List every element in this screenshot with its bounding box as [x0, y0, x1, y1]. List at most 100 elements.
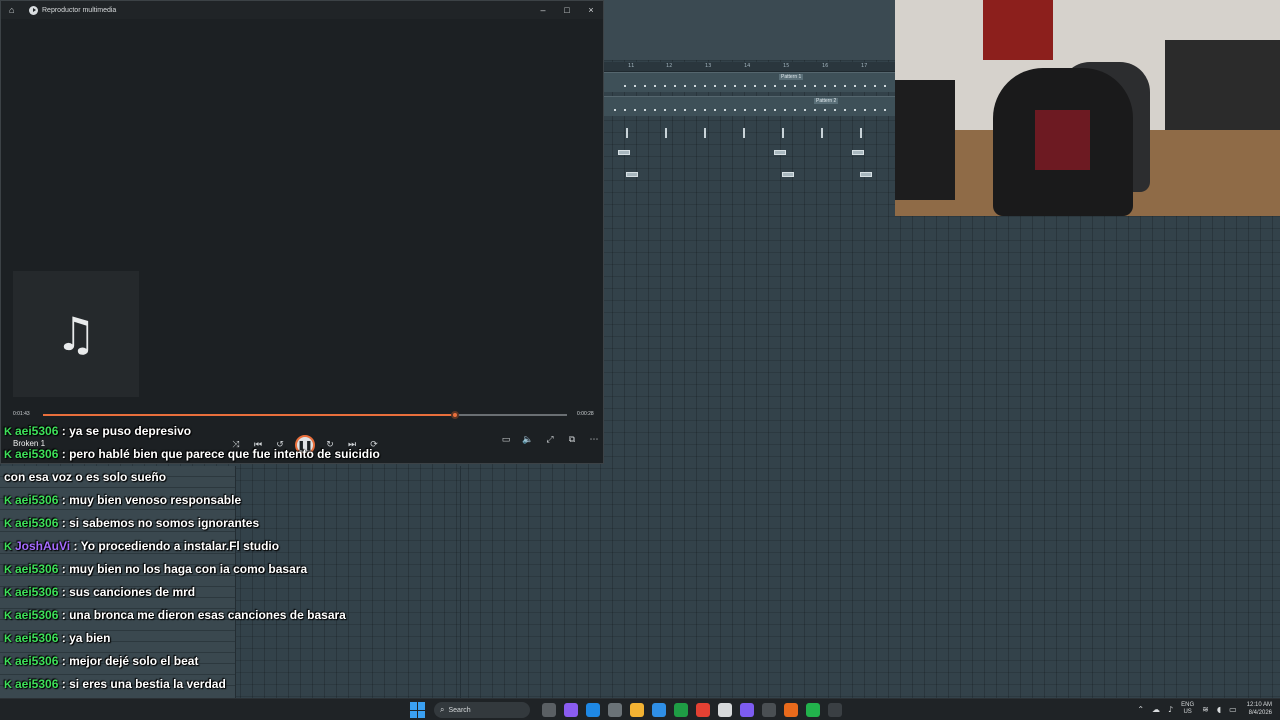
chat-message: Kaei5306 : una bronca me dieron esas can… [4, 608, 346, 622]
chat-message: K JoshAuVi : Yo procediendo a instalar.Fl… [4, 539, 279, 553]
edge-icon[interactable] [586, 703, 600, 717]
audio-clip[interactable] [852, 150, 864, 155]
chat-message: Kaei5306 : muy bien venoso responsable [4, 493, 241, 507]
elapsed-time: 0:01:43 [13, 411, 30, 417]
ruler-number: 14 [744, 63, 751, 69]
player-titlebar[interactable]: ⌂ Reproductor multimedia – □ × [1, 1, 603, 19]
chat-badge-icon: K [4, 633, 12, 645]
chat-badge-icon: K [4, 518, 12, 530]
captions-icon[interactable]: ▭ [495, 435, 517, 445]
chat-username: aei5306 [15, 677, 59, 691]
chat-text: : una bronca me dieron esas canciones de… [61, 608, 346, 622]
clock-date: 8/4/2026 [1248, 710, 1272, 716]
fl-studio-icon[interactable] [784, 703, 798, 717]
audio-clip[interactable] [626, 172, 638, 177]
chat-message: con esa voz o es solo sueño [4, 470, 166, 484]
battery-icon[interactable]: ▭ [1229, 705, 1237, 714]
chat-text: : sus canciones de mrd [61, 585, 196, 599]
pattern-notes [614, 109, 894, 111]
chat-username: aei5306 [15, 631, 59, 645]
audio-clip[interactable] [618, 150, 630, 155]
audio-clip[interactable] [860, 172, 872, 177]
home-icon[interactable]: ⌂ [9, 5, 19, 15]
playlist-marker [782, 128, 784, 138]
window-title: Reproductor multimedia [42, 6, 117, 14]
pattern-track-2[interactable]: Pattern 2 [604, 96, 896, 116]
audio-clip[interactable] [774, 150, 786, 155]
media-player-app-icon [29, 5, 38, 15]
playlist-marker [743, 128, 745, 138]
playlist-marker [704, 128, 706, 138]
chat-text: : ya bien [61, 631, 111, 645]
ruler-number: 11 [628, 63, 635, 69]
ruler-number: 15 [783, 63, 790, 69]
chrome-icon[interactable] [696, 703, 710, 717]
app-icon[interactable] [762, 703, 776, 717]
media-player-window[interactable]: ⌂ Reproductor multimedia – □ × ♫ 0:01:43… [0, 0, 604, 464]
chat-username: aei5306 [15, 608, 59, 622]
audio-clip[interactable] [782, 172, 794, 177]
search-placeholder: Search [448, 706, 471, 714]
music-note-icon: ♫ [55, 307, 97, 361]
pattern-2-label[interactable]: Pattern 2 [814, 98, 839, 104]
copilot-icon[interactable] [564, 703, 578, 717]
clock[interactable]: 12:10 AM 8/4/2026 [1247, 701, 1272, 717]
chevron-up-icon[interactable]: ⌃ [1137, 705, 1144, 714]
chat-text: : si eres una bestia la verdad [61, 677, 226, 691]
chat-username: aei5306 [15, 654, 59, 668]
search-icon: ⌕ [440, 705, 445, 714]
chat-message: Kaei5306 : si sabemos no somos ignorante… [4, 516, 259, 530]
wall-poster [983, 0, 1053, 60]
region-code: US [1183, 709, 1192, 715]
volume-icon[interactable]: 🔈 [517, 435, 539, 445]
taskbar-search[interactable]: ⌕ Search [434, 702, 530, 718]
playlist-marker [665, 128, 667, 138]
streamer-shirt [1035, 110, 1090, 170]
maximize-button[interactable]: □ [555, 1, 579, 19]
mic-icon[interactable]: ♪ [1168, 705, 1173, 714]
chat-message: Kaei5306 : ya se puso depresivo [4, 424, 191, 438]
task-view-icon[interactable] [542, 703, 556, 717]
volume-icon[interactable]: ◖ [1217, 705, 1221, 714]
playlist-marker [860, 128, 862, 138]
playlist-divider [460, 466, 461, 698]
app-icon[interactable] [652, 703, 666, 717]
chat-username: aei5306 [15, 447, 59, 461]
close-button[interactable]: × [579, 1, 603, 19]
more-options-icon[interactable]: ⋯ [583, 435, 605, 445]
chat-message: Kaei5306 : mejor dejé solo el beat [4, 654, 198, 668]
chat-badge-icon: K [4, 587, 12, 599]
language-indicator[interactable]: ENG US [1181, 702, 1194, 716]
chat-text: : mejor dejé solo el beat [61, 654, 199, 668]
chat-badge-icon: K [4, 564, 12, 576]
fullscreen-icon[interactable]: ⤢ [539, 435, 561, 445]
chat-username: aei5306 [15, 424, 59, 438]
chat-badge-icon: K [4, 541, 12, 553]
app-icon[interactable] [718, 703, 732, 717]
language-code: ENG [1181, 702, 1195, 708]
file-explorer-icon[interactable] [630, 703, 644, 717]
spotify-icon[interactable] [806, 703, 820, 717]
wifi-icon[interactable]: ≋ [1202, 705, 1209, 714]
pattern-1-label[interactable]: Pattern 1 [779, 74, 804, 80]
chat-username: aei5306 [15, 516, 59, 530]
chat-badge-icon: K [4, 426, 12, 438]
miniplayer-icon[interactable]: ⧉ [561, 435, 583, 445]
seek-bar[interactable] [43, 411, 567, 419]
taskbar: ⌕ Search ⌃ ☁ ♪ ENG US ≋ ◖ ▭ 12:10 AM 8/4… [0, 698, 1280, 720]
chat-text: : muy bien no los haga con ia como basar… [61, 562, 308, 576]
pattern-track-1[interactable]: Pattern 1 [604, 72, 896, 92]
start-button[interactable] [410, 702, 426, 718]
chat-message: Kaei5306 : muy bien no los haga con ia c… [4, 562, 307, 576]
cloud-icon[interactable]: ☁ [1152, 705, 1160, 714]
excel-icon[interactable] [674, 703, 688, 717]
chat-message: Kaei5306 : pero hablé bien que parece qu… [4, 447, 380, 461]
playlist-ruler: 11 12 13 14 15 16 17 [604, 62, 896, 72]
store-icon[interactable] [608, 703, 622, 717]
media-player-icon[interactable] [828, 703, 842, 717]
minimize-button[interactable]: – [531, 1, 555, 19]
discord-icon[interactable] [740, 703, 754, 717]
seek-thumb[interactable] [450, 411, 459, 419]
chat-badge-icon: K [4, 449, 12, 461]
pattern-notes [624, 85, 894, 87]
